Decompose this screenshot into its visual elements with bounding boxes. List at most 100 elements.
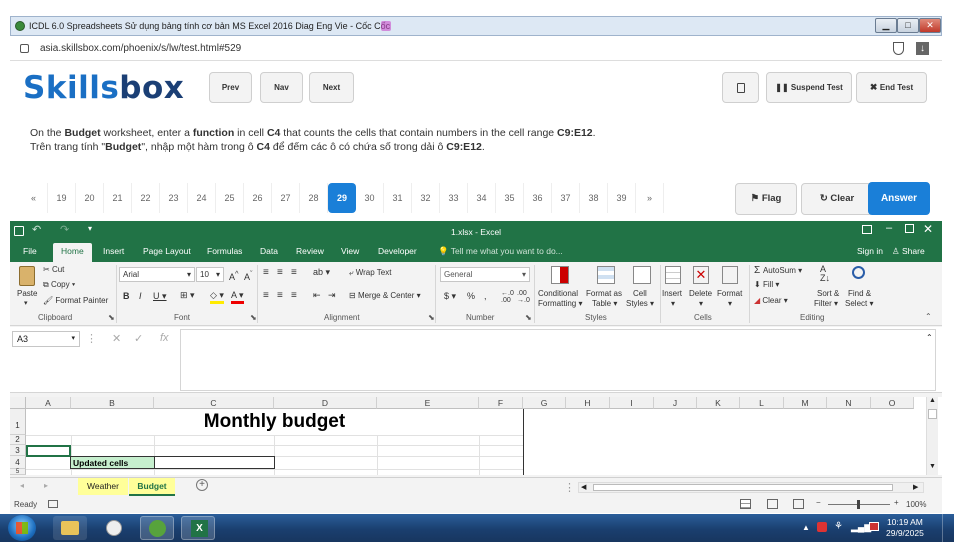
tab-file[interactable]: File <box>23 246 37 256</box>
column-header-l[interactable]: L <box>740 397 784 409</box>
page-break-view-icon[interactable] <box>793 499 804 509</box>
share-button[interactable]: ♙ Share <box>892 246 925 257</box>
row-header[interactable]: 2 <box>10 435 26 445</box>
ribbon-display-icon[interactable] <box>862 225 872 234</box>
flag-button[interactable]: ⚑ Flag <box>735 183 797 215</box>
column-header-i[interactable]: I <box>610 397 654 409</box>
page-33[interactable]: 33 <box>440 183 468 213</box>
formula-input[interactable] <box>180 329 936 391</box>
page-28[interactable]: 28 <box>300 183 328 213</box>
page-23[interactable]: 23 <box>160 183 188 213</box>
zoom-slider[interactable] <box>828 500 890 509</box>
excel-close-button[interactable]: ✕ <box>923 222 933 236</box>
format-cells-button[interactable]: Format ▾ <box>717 265 745 311</box>
align-top-icon[interactable]: ≡ <box>263 267 269 278</box>
increase-indent-icon[interactable]: ⇥ <box>328 290 336 301</box>
row-header[interactable]: 1 <box>10 409 26 435</box>
find-select-button[interactable]: Find & Select ▾ <box>845 265 877 311</box>
next-button[interactable]: Next <box>309 72 354 103</box>
align-right-icon[interactable]: ≡ <box>291 290 297 301</box>
zoom-out-icon[interactable]: − <box>816 498 821 507</box>
calculator-button[interactable] <box>722 72 759 103</box>
collapse-ribbon-icon[interactable]: ⌃ <box>925 312 932 321</box>
comma-icon[interactable]: , <box>484 291 487 301</box>
save-icon[interactable] <box>14 226 24 236</box>
copy-button[interactable]: ⧉ Copy ▾ <box>43 280 75 290</box>
page-21[interactable]: 21 <box>104 183 132 213</box>
pager-next[interactable]: » <box>636 183 664 213</box>
orientation-icon[interactable]: ab ▾ <box>313 267 330 278</box>
tab-split-icon[interactable]: ⋮ <box>564 481 575 494</box>
vertical-scrollbar[interactable]: ▲ ▼ <box>926 397 938 475</box>
increase-font-icon[interactable]: A^ <box>229 269 239 282</box>
show-hidden-icons[interactable]: ▲ <box>802 523 810 532</box>
row-header[interactable]: 4 <box>10 456 26 469</box>
zoom-in-icon[interactable]: + <box>894 498 899 507</box>
zoom-slider-thumb[interactable] <box>857 500 860 509</box>
row-header[interactable]: 5 <box>10 469 26 475</box>
borders-icon[interactable]: ⊞ ▾ <box>180 290 195 301</box>
page-layout-view-icon[interactable] <box>767 499 778 509</box>
column-header-f[interactable]: F <box>479 397 523 409</box>
clear-format-button[interactable]: ◢ Clear ▾ <box>754 296 788 305</box>
sheet-tab-budget[interactable]: Budget <box>129 478 175 496</box>
page-29[interactable]: 29 <box>328 183 356 213</box>
delete-cells-button[interactable]: ✕ Delete ▾ <box>689 265 715 311</box>
column-header-a[interactable]: A <box>26 397 71 409</box>
end-test-button[interactable]: ✖ End Test <box>856 72 927 103</box>
clear-button[interactable]: ↻ Clear <box>801 183 873 215</box>
quick-access-menu-icon[interactable]: ▾ <box>88 224 92 233</box>
page-37[interactable]: 37 <box>552 183 580 213</box>
cancel-formula-icon[interactable]: ✕ <box>112 332 121 345</box>
tab-review[interactable]: Review <box>296 246 324 256</box>
page-24[interactable]: 24 <box>188 183 216 213</box>
close-button[interactable]: ✕ <box>919 18 941 33</box>
excel-taskbar-icon[interactable]: X <box>181 516 215 540</box>
page-32[interactable]: 32 <box>412 183 440 213</box>
enter-formula-icon[interactable]: ✓ <box>134 332 143 345</box>
column-header-k[interactable]: K <box>697 397 740 409</box>
sheet-nav-right-icon[interactable]: ▸ <box>44 481 48 490</box>
prev-button[interactable]: Prev <box>209 72 252 103</box>
expand-formula-icon[interactable]: ⌃ <box>926 333 933 342</box>
autosum-button[interactable]: Σ AutoSum ▾ <box>754 265 802 276</box>
page-27[interactable]: 27 <box>272 183 300 213</box>
dialog-launcher-icon[interactable]: ⬊ <box>108 313 115 322</box>
bold-icon[interactable]: B <box>123 291 130 301</box>
tab-formulas[interactable]: Formulas <box>207 246 242 256</box>
paste-button[interactable]: Paste ▾ <box>14 265 42 307</box>
show-desktop-button[interactable] <box>942 514 954 542</box>
page-19[interactable]: 19 <box>48 183 76 213</box>
page-38[interactable]: 38 <box>580 183 608 213</box>
pager-prev[interactable]: « <box>20 183 48 213</box>
format-as-table-button[interactable]: Format as Table ▾ <box>586 265 626 311</box>
explorer-taskbar-icon[interactable] <box>53 516 87 540</box>
language-flag-icon[interactable] <box>869 522 879 531</box>
tab-view[interactable]: View <box>341 246 359 256</box>
page-20[interactable]: 20 <box>76 183 104 213</box>
sort-filter-button[interactable]: A Z↓ Sort & Filter ▾ <box>814 265 844 311</box>
worksheet-grid[interactable]: ABCDEFGHIJKLMNO 1 2 3 4 5 Monthly budget… <box>10 397 942 475</box>
start-button[interactable] <box>8 515 36 541</box>
dialog-launcher-icon[interactable]: ⬊ <box>428 313 435 322</box>
suspend-test-button[interactable]: ❚❚ Suspend Test <box>766 72 852 103</box>
wrap-text-button[interactable]: ⤶ Wrap Text <box>349 268 391 278</box>
sheet-nav-left-icon[interactable]: ◂ <box>20 481 24 490</box>
column-header-e[interactable]: E <box>377 397 479 409</box>
cell-c4[interactable] <box>154 456 275 469</box>
name-box[interactable]: A3 ▾ <box>12 331 80 347</box>
download-icon[interactable]: ↓ <box>916 42 929 55</box>
insert-function-icon[interactable]: fx <box>160 332 169 344</box>
excel-minimize-button[interactable]: – <box>886 222 892 234</box>
fill-color-icon[interactable]: ◇ ▾ <box>210 290 224 304</box>
italic-icon[interactable]: I <box>139 291 142 301</box>
insert-cells-button[interactable]: Insert ▾ <box>662 265 686 311</box>
tab-home[interactable]: Home <box>53 243 92 262</box>
align-left-icon[interactable]: ≡ <box>263 290 269 301</box>
column-header-m[interactable]: M <box>784 397 827 409</box>
title-cell[interactable]: Monthly budget <box>26 411 523 433</box>
font-color-icon[interactable]: A ▾ <box>231 290 244 304</box>
font-size-box[interactable]: 10 ▾ <box>196 267 224 282</box>
nav-button[interactable]: Nav <box>260 72 303 103</box>
sign-in-link[interactable]: Sign in <box>857 246 883 256</box>
